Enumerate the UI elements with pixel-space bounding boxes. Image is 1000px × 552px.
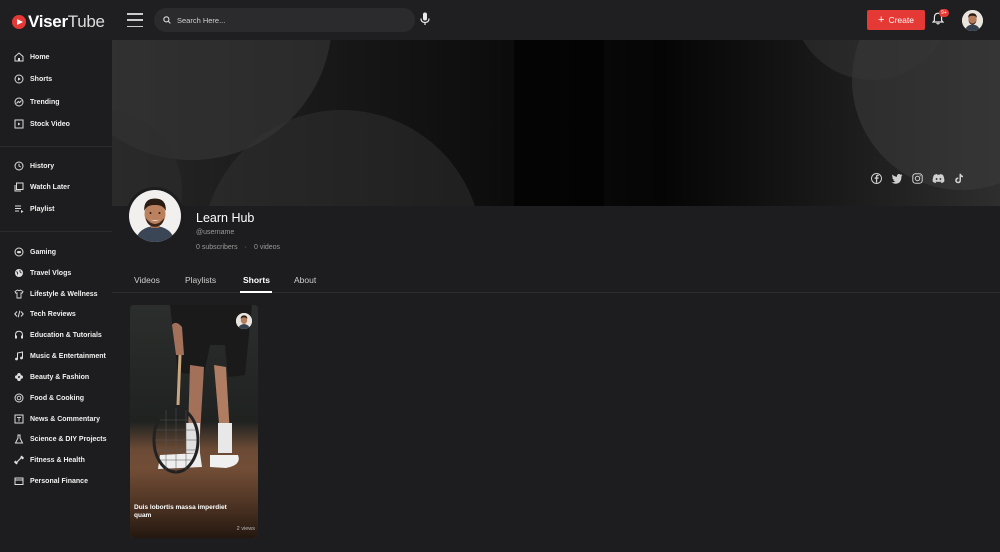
sidebar-item-stock-video[interactable]: Stock Video <box>14 117 70 131</box>
gaming-icon <box>14 247 24 257</box>
watch-later-icon <box>14 182 24 192</box>
dumbbell-icon <box>14 455 24 465</box>
logo-main: Viser <box>28 12 68 31</box>
tab-playlists[interactable]: Playlists <box>185 275 216 285</box>
sidebar-item-shorts[interactable]: Shorts <box>14 72 52 86</box>
logo[interactable]: ViserTube <box>12 12 105 32</box>
channel-username: @username <box>196 229 235 236</box>
sidebar-item-beauty-fashion[interactable]: Beauty & Fashion <box>14 370 89 384</box>
separator-dot: · <box>244 244 247 251</box>
code-icon <box>14 310 24 318</box>
sidebar-item-watch-later[interactable]: Watch Later <box>14 180 70 194</box>
sidebar-item-history[interactable]: History <box>14 159 54 173</box>
sidebar-item-education-tutorials[interactable]: Education & Tutorials <box>14 328 102 342</box>
sidebar-item-news-commentary[interactable]: News & Commentary <box>14 412 100 426</box>
music-note-icon <box>15 351 23 361</box>
search-icon <box>163 16 171 24</box>
headset-icon <box>15 330 23 339</box>
tab-about[interactable]: About <box>294 275 316 285</box>
trending-icon <box>14 97 24 107</box>
tab-shorts[interactable]: Shorts <box>243 275 270 285</box>
sidebar-item-tech-reviews[interactable]: Tech Reviews <box>14 307 76 321</box>
sidebar-item-home[interactable]: Home <box>14 50 49 64</box>
flower-icon <box>15 373 23 381</box>
play-logo-icon <box>12 15 26 29</box>
microphone-icon[interactable] <box>420 12 430 26</box>
channel-stats: 0 subscribers · 0 videos <box>196 244 280 251</box>
facebook-icon[interactable] <box>871 173 882 184</box>
channel-banner <box>112 40 1000 206</box>
tiktok-icon[interactable] <box>954 173 964 184</box>
short-channel-avatar <box>236 313 252 329</box>
history-icon <box>14 161 24 171</box>
short-views: 2 views <box>236 526 255 532</box>
shorts-icon <box>14 74 24 84</box>
sidebar-divider <box>0 146 112 147</box>
playlist-icon <box>15 205 24 213</box>
food-icon <box>14 393 24 403</box>
discord-icon[interactable] <box>932 173 945 184</box>
tab-videos[interactable]: Videos <box>134 275 160 285</box>
globe-icon <box>15 269 23 277</box>
flask-icon <box>14 434 24 444</box>
wallet-icon <box>14 477 24 485</box>
sidebar-item-lifestyle-wellness[interactable]: Lifestyle & Wellness <box>14 287 98 301</box>
sidebar-item-trending[interactable]: Trending <box>14 95 60 109</box>
search-bar <box>154 8 415 32</box>
channel-tabs: Videos Playlists Shorts About <box>112 270 1000 293</box>
short-title[interactable]: Duis lobortis massa imperdiet quam <box>134 504 244 520</box>
user-avatar[interactable] <box>962 10 983 31</box>
news-icon <box>14 414 24 424</box>
sidebar-item-music-entertainment[interactable]: Music & Entertainment <box>14 349 106 363</box>
top-header: ViserTube +Create 9+ <box>0 0 1000 40</box>
sidebar-item-travel-vlogs[interactable]: Travel Vlogs <box>14 266 71 280</box>
short-card[interactable]: Duis lobortis massa imperdiet quam 2 vie… <box>130 305 258 538</box>
logo-accent: Tube <box>67 12 105 31</box>
sidebar-item-fitness-health[interactable]: Fitness & Health <box>14 453 85 467</box>
sidebar-item-gaming[interactable]: Gaming <box>14 245 56 259</box>
shirt-icon <box>14 289 24 299</box>
hamburger-menu-icon[interactable] <box>127 13 143 27</box>
sidebar-item-food-cooking[interactable]: Food & Cooking <box>14 391 84 405</box>
sidebar-item-playlist[interactable]: Playlist <box>14 202 55 216</box>
create-button[interactable]: + Create <box>867 10 925 30</box>
search-input[interactable] <box>177 15 377 25</box>
home-icon <box>14 52 24 62</box>
stock-video-icon <box>14 119 24 129</box>
subscriber-count: 0 subscribers <box>196 244 238 251</box>
channel-avatar <box>126 187 184 245</box>
channel-name: Learn Hub <box>196 211 255 225</box>
instagram-icon[interactable] <box>912 173 923 184</box>
video-count: 0 videos <box>253 244 281 251</box>
active-tab-indicator <box>240 291 272 293</box>
notification-badge: 9+ <box>939 9 949 17</box>
sidebar-item-science-diy[interactable]: Science & DIY Projects <box>14 432 107 446</box>
sidebar-divider <box>0 231 112 232</box>
sidebar-item-personal-finance[interactable]: Personal Finance <box>14 474 88 488</box>
twitter-icon[interactable] <box>891 173 903 184</box>
